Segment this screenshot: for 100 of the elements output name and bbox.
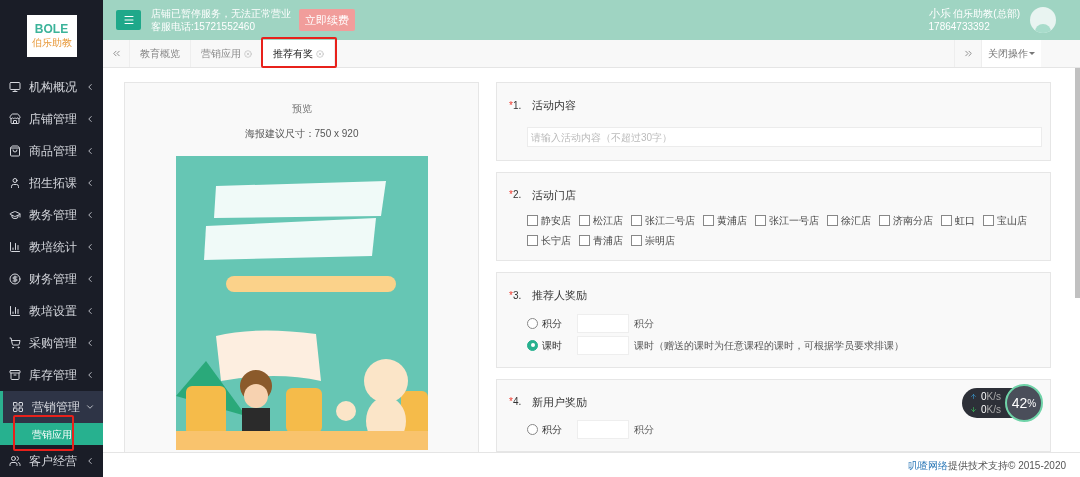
radio-label: 积分 <box>542 316 563 331</box>
chevron-left-icon <box>85 114 95 124</box>
checkbox[interactable] <box>631 215 642 226</box>
double-chevron-right-icon <box>962 48 974 59</box>
chevron-left-icon <box>85 456 95 466</box>
section-number: 4. <box>512 395 523 410</box>
checkbox-label: 虹口 <box>955 214 975 228</box>
input-field[interactable]: 请输入活动内容（不超过30字） <box>527 127 1042 147</box>
sidebar-item[interactable]: 客户经营 <box>0 445 103 477</box>
sidebar-item-label: 教培统计 <box>29 239 78 256</box>
sidebar-item[interactable]: 招生拓课 <box>0 167 103 199</box>
checkbox-label: 长宁店 <box>541 234 571 248</box>
person-icon <box>9 177 21 189</box>
checkbox-label: 松江店 <box>593 214 623 228</box>
section-title: 活动门店 <box>531 187 576 203</box>
chevron-left-icon <box>85 82 95 92</box>
sidebar-item[interactable]: 教培统计 <box>0 231 103 263</box>
sidebar-item-label: 教培设置 <box>29 303 78 320</box>
highlight-frame <box>13 415 74 451</box>
sidebar-item[interactable]: 教培设置 <box>0 295 103 327</box>
sidebar-item[interactable]: 财务管理 <box>0 263 103 295</box>
chevron-left-icon <box>85 146 95 156</box>
footer-text: 叽喳网络提供技术支持© 2015-2020 <box>908 458 1066 473</box>
sidebar-item[interactable]: 店铺管理 <box>0 103 103 135</box>
checkbox[interactable] <box>579 215 590 226</box>
checkbox-label: 张江二号店 <box>645 214 695 228</box>
checkbox[interactable] <box>631 235 642 246</box>
checkbox[interactable] <box>755 215 766 226</box>
checkbox-label: 济南分店 <box>893 214 933 228</box>
checkbox-label: 徐汇店 <box>841 214 871 228</box>
chart-icon <box>9 241 21 253</box>
chevron-left-icon <box>85 178 95 188</box>
service-notice: 店铺已暂停服务，无法正常营业 <box>151 7 291 20</box>
sidebar-item[interactable]: 采购管理 <box>0 327 103 359</box>
checkbox[interactable] <box>527 215 538 226</box>
sidebar-item[interactable]: 教务管理 <box>0 199 103 231</box>
upload-arrow-icon <box>970 393 977 400</box>
service-phone: 客服电话:15721552460 <box>151 20 256 33</box>
section-number: 1. <box>512 98 523 113</box>
box-icon <box>9 369 21 381</box>
user-name-role: 小乐 伯乐助教(总部) <box>928 7 1020 20</box>
tab[interactable]: 推荐有奖 <box>263 40 335 67</box>
chevron-left-icon <box>85 306 95 316</box>
sidebar-item-label: 店铺管理 <box>29 111 78 128</box>
avatar-icon <box>1030 7 1056 33</box>
tab[interactable]: 教育概览 <box>130 40 191 67</box>
logo-subtitle: 伯乐助教 <box>31 38 72 48</box>
chevron-left-icon <box>85 338 95 348</box>
sidebar-item-label: 招生拓课 <box>29 175 78 192</box>
section-title: 新用户奖励 <box>531 394 587 410</box>
checkbox[interactable] <box>703 215 714 226</box>
chevron-left-icon <box>85 370 95 380</box>
close-actions-dropdown[interactable]: 关闭操作 <box>981 40 1041 67</box>
section-title: 活动内容 <box>531 98 576 113</box>
logo-title: BOLE <box>34 23 69 35</box>
user-phone: 17864733392 <box>928 20 991 33</box>
section-number: 2. <box>512 188 523 203</box>
radio-button[interactable] <box>527 424 538 435</box>
checkbox[interactable] <box>941 215 952 226</box>
checkbox[interactable] <box>983 215 994 226</box>
checkbox-label: 青浦店 <box>593 234 623 248</box>
checkbox[interactable] <box>879 215 890 226</box>
sidebar-item-label: 财务管理 <box>29 271 78 288</box>
sidebar-item[interactable]: 库存管理 <box>0 359 103 391</box>
sidebar-item[interactable]: 营销管理 <box>0 391 103 423</box>
menu-button[interactable] <box>116 10 141 30</box>
chevron-down-icon <box>85 402 95 412</box>
sidebar-item-label: 教务管理 <box>29 207 78 224</box>
chart-icon <box>9 305 21 317</box>
checkbox[interactable] <box>827 215 838 226</box>
required-asterisk: * <box>509 288 513 303</box>
unit-label: 课时（赠送的课时为任意课程的课时，可根据学员要求排课） <box>634 338 904 353</box>
radio-button[interactable] <box>527 339 538 351</box>
chevron-left-icon <box>85 274 95 284</box>
checkbox[interactable] <box>527 235 538 246</box>
people-icon <box>9 455 21 467</box>
chevron-left-icon <box>85 242 95 252</box>
sidebar-item-label: 营销管理 <box>32 399 81 416</box>
sidebar-item[interactable]: 机构概况 <box>0 71 103 103</box>
checkbox-label: 静安店 <box>541 214 571 228</box>
coin-icon <box>9 273 21 285</box>
double-chevron-left-icon <box>110 48 122 59</box>
company-link[interactable]: 叽喳网络 <box>908 459 949 471</box>
radio-button[interactable] <box>527 317 538 329</box>
grid-icon <box>12 401 24 413</box>
checkbox-label: 张江一号店 <box>769 214 819 228</box>
checkbox-label: 宝山店 <box>997 214 1027 228</box>
upload-speed: 0K/s <box>981 390 1001 403</box>
cart-icon <box>9 337 21 349</box>
monitor-icon <box>9 81 21 93</box>
checkbox-label: 崇明店 <box>645 234 675 248</box>
radio-label: 课时 <box>542 338 563 353</box>
required-asterisk: * <box>509 98 513 113</box>
checkbox[interactable] <box>579 235 590 246</box>
sidebar-item-label: 客户经营 <box>29 453 78 470</box>
sidebar-item[interactable]: 商品管理 <box>0 135 103 167</box>
sidebar-item-label: 采购管理 <box>29 335 78 352</box>
poster-size-hint: 海报建议尺寸：750 x 920 <box>244 127 359 141</box>
unit-label: 积分 <box>634 316 654 331</box>
bag-icon <box>9 145 21 157</box>
